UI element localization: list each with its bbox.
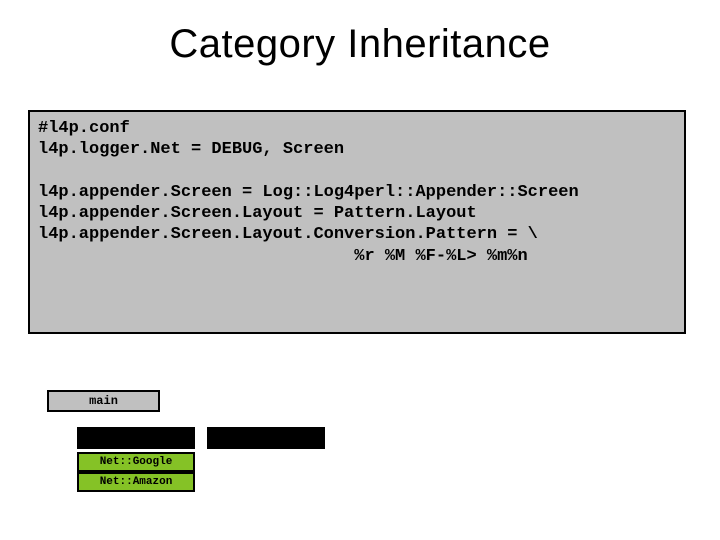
slide-title: Category Inheritance — [0, 22, 720, 67]
category-main: main — [47, 390, 160, 412]
category-net-google: Net::Google — [77, 452, 195, 472]
config-code-block: #l4p.conf l4p.logger.Net = DEBUG, Screen… — [28, 110, 686, 334]
category-net-amazon: Net::Amazon — [77, 472, 195, 492]
category-empty-left — [77, 427, 195, 449]
slide-root: Category Inheritance #l4p.conf l4p.logge… — [0, 0, 720, 540]
category-empty-right — [207, 427, 325, 449]
